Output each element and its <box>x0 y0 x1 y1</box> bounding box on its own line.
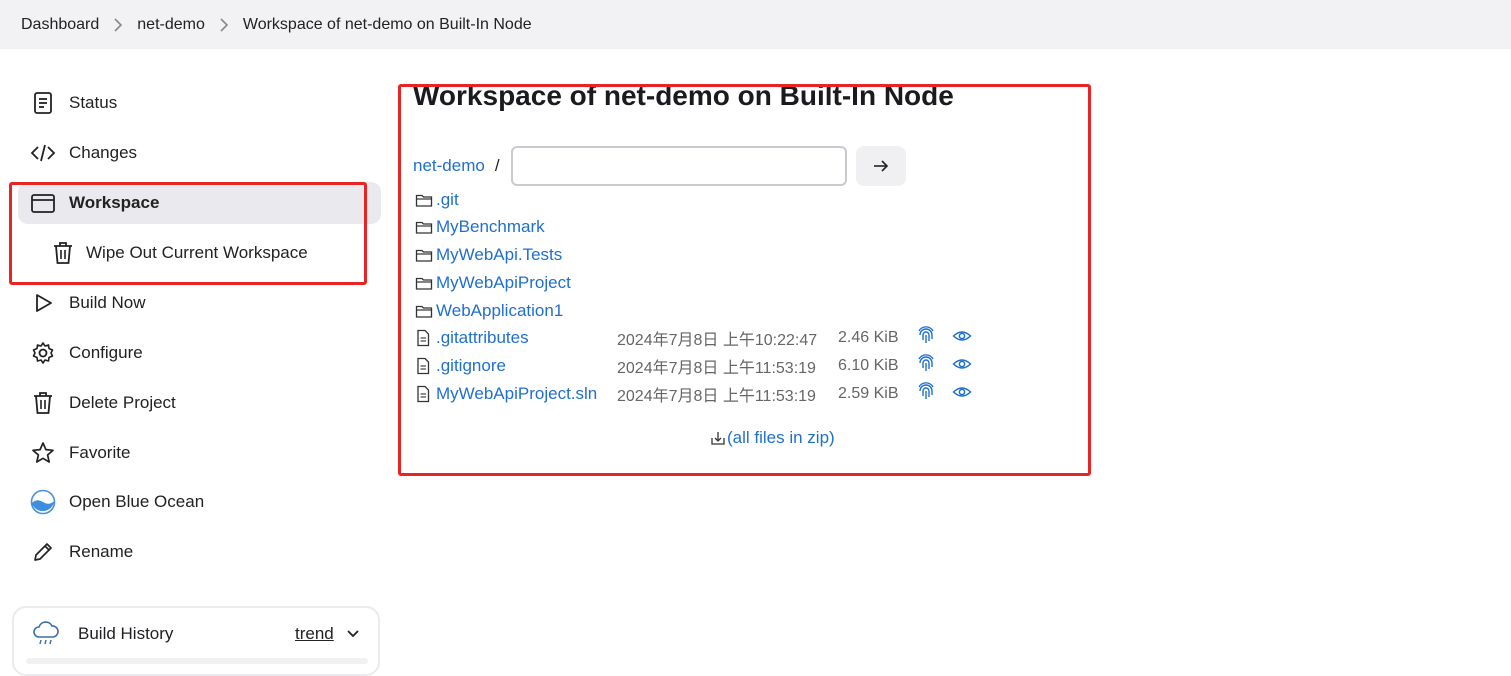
file-size: 2.59 KiB <box>838 385 899 402</box>
download-icon <box>710 430 726 446</box>
folder-icon <box>415 274 433 292</box>
folder-icon <box>415 191 433 209</box>
folder-link[interactable]: MyWebApiProject <box>436 273 571 293</box>
file-size: 6.10 KiB <box>838 357 899 374</box>
sidebar-item-delete-project[interactable]: Delete Project <box>18 382 381 424</box>
file-row[interactable]: .gitignore <box>415 354 506 378</box>
breadcrumb-workspace[interactable]: Workspace of net-demo on Built-In Node <box>243 16 532 34</box>
trash-icon <box>30 390 56 416</box>
fingerprint-icon[interactable] <box>916 382 936 402</box>
trash-icon <box>50 240 76 266</box>
folder-icon <box>30 190 56 216</box>
breadcrumb-dashboard[interactable]: Dashboard <box>21 16 99 34</box>
file-icon <box>415 385 433 403</box>
file-row[interactable]: MyWebApiProject.sln <box>415 382 597 406</box>
file-link[interactable]: .gitattributes <box>436 328 529 348</box>
sidebar-item-label: Favorite <box>69 443 131 462</box>
sidebar-item-favorite[interactable]: Favorite <box>18 432 381 474</box>
star-icon <box>30 440 56 466</box>
sidebar-item-configure[interactable]: Configure <box>18 332 381 374</box>
fingerprint-icon[interactable] <box>916 354 936 374</box>
sidebar-item-wipe-out-workspace[interactable]: Wipe Out Current Workspace <box>18 232 381 274</box>
sidebar-item-label: Delete Project <box>69 393 176 412</box>
zip-link-label[interactable]: (all files in zip) <box>727 428 835 448</box>
folder-link[interactable]: WebApplication1 <box>436 301 563 321</box>
file-link[interactable]: .gitignore <box>436 356 506 376</box>
folder-link[interactable]: MyBenchmark <box>436 217 545 237</box>
path-breadcrumb: net-demo / <box>413 146 500 186</box>
sidebar-item-label: Configure <box>69 343 143 362</box>
folder-icon <box>415 246 433 264</box>
play-icon <box>30 290 56 316</box>
sidebar-item-label: Workspace <box>69 193 160 212</box>
cloud-rain-icon <box>32 621 60 647</box>
eye-icon[interactable] <box>952 354 972 374</box>
build-history-panel: Build History trend <box>12 606 380 676</box>
chevron-down-icon[interactable] <box>346 624 360 649</box>
sidebar-item-build-now[interactable]: Build Now <box>18 282 381 324</box>
eye-icon[interactable] <box>952 382 972 402</box>
trend-link[interactable]: trend <box>295 624 334 644</box>
sidebar-item-label: Build Now <box>69 293 146 312</box>
file-icon <box>415 357 433 375</box>
arrow-right-icon <box>872 159 890 173</box>
folder-row[interactable]: MyWebApi.Tests <box>415 243 562 267</box>
file-date: 2024年7月8日 上午10:22:47 <box>617 332 818 349</box>
breadcrumb: Dashboard net-demo Workspace of net-demo… <box>0 0 1511 49</box>
sidebar-item-status[interactable]: Status <box>18 82 381 124</box>
breadcrumb-net-demo[interactable]: net-demo <box>137 16 205 34</box>
sidebar-item-label: Open Blue Ocean <box>69 492 205 511</box>
file-icon <box>415 329 433 347</box>
pencil-icon <box>30 539 56 565</box>
folder-row[interactable]: MyBenchmark <box>415 215 545 239</box>
sidebar-item-label: Wipe Out Current Workspace <box>86 243 308 262</box>
file-date: 2024年7月8日 上午11:53:19 <box>617 388 816 405</box>
path-root-link[interactable]: net-demo <box>413 156 485 176</box>
folder-row[interactable]: MyWebApiProject <box>415 271 571 295</box>
chevron-right-icon <box>219 17 229 32</box>
sidebar-item-label: Status <box>69 93 118 112</box>
file-row[interactable]: .gitattributes <box>415 326 529 350</box>
chevron-right-icon <box>113 17 123 32</box>
gear-icon <box>30 340 56 366</box>
download-zip-link[interactable]: (all files in zip) <box>710 427 835 449</box>
folder-row[interactable]: WebApplication1 <box>415 299 563 323</box>
folder-icon <box>415 218 433 236</box>
sidebar-item-label: Changes <box>69 143 138 162</box>
code-icon <box>30 140 56 166</box>
folder-link[interactable]: MyWebApi.Tests <box>436 245 562 265</box>
file-link[interactable]: MyWebApiProject.sln <box>436 384 597 404</box>
folder-row[interactable]: .git <box>415 188 459 212</box>
sidebar-item-open-blue-ocean[interactable]: Open Blue Ocean <box>18 481 381 523</box>
blue-ocean-icon <box>30 489 56 515</box>
eye-icon[interactable] <box>952 326 972 346</box>
build-history-filter-bar <box>26 658 368 664</box>
folder-icon <box>415 302 433 320</box>
page-title: Workspace of net-demo on Built-In Node <box>413 80 954 111</box>
path-separator: / <box>494 156 500 175</box>
sidebar-item-label: Rename <box>69 542 134 561</box>
folder-link[interactable]: .git <box>436 190 459 210</box>
path-input[interactable] <box>511 146 847 186</box>
status-icon <box>30 90 56 116</box>
sidebar-item-rename[interactable]: Rename <box>18 531 381 573</box>
file-size: 2.46 KiB <box>838 329 899 346</box>
build-history-header: Build History trend <box>14 618 378 650</box>
sidebar-item-workspace[interactable]: Workspace <box>18 182 381 224</box>
sidebar-item-changes[interactable]: Changes <box>18 132 381 174</box>
go-button[interactable] <box>856 146 906 186</box>
build-history-title: Build History <box>78 624 174 643</box>
file-date: 2024年7月8日 上午11:53:19 <box>617 360 816 377</box>
fingerprint-icon[interactable] <box>916 326 936 346</box>
